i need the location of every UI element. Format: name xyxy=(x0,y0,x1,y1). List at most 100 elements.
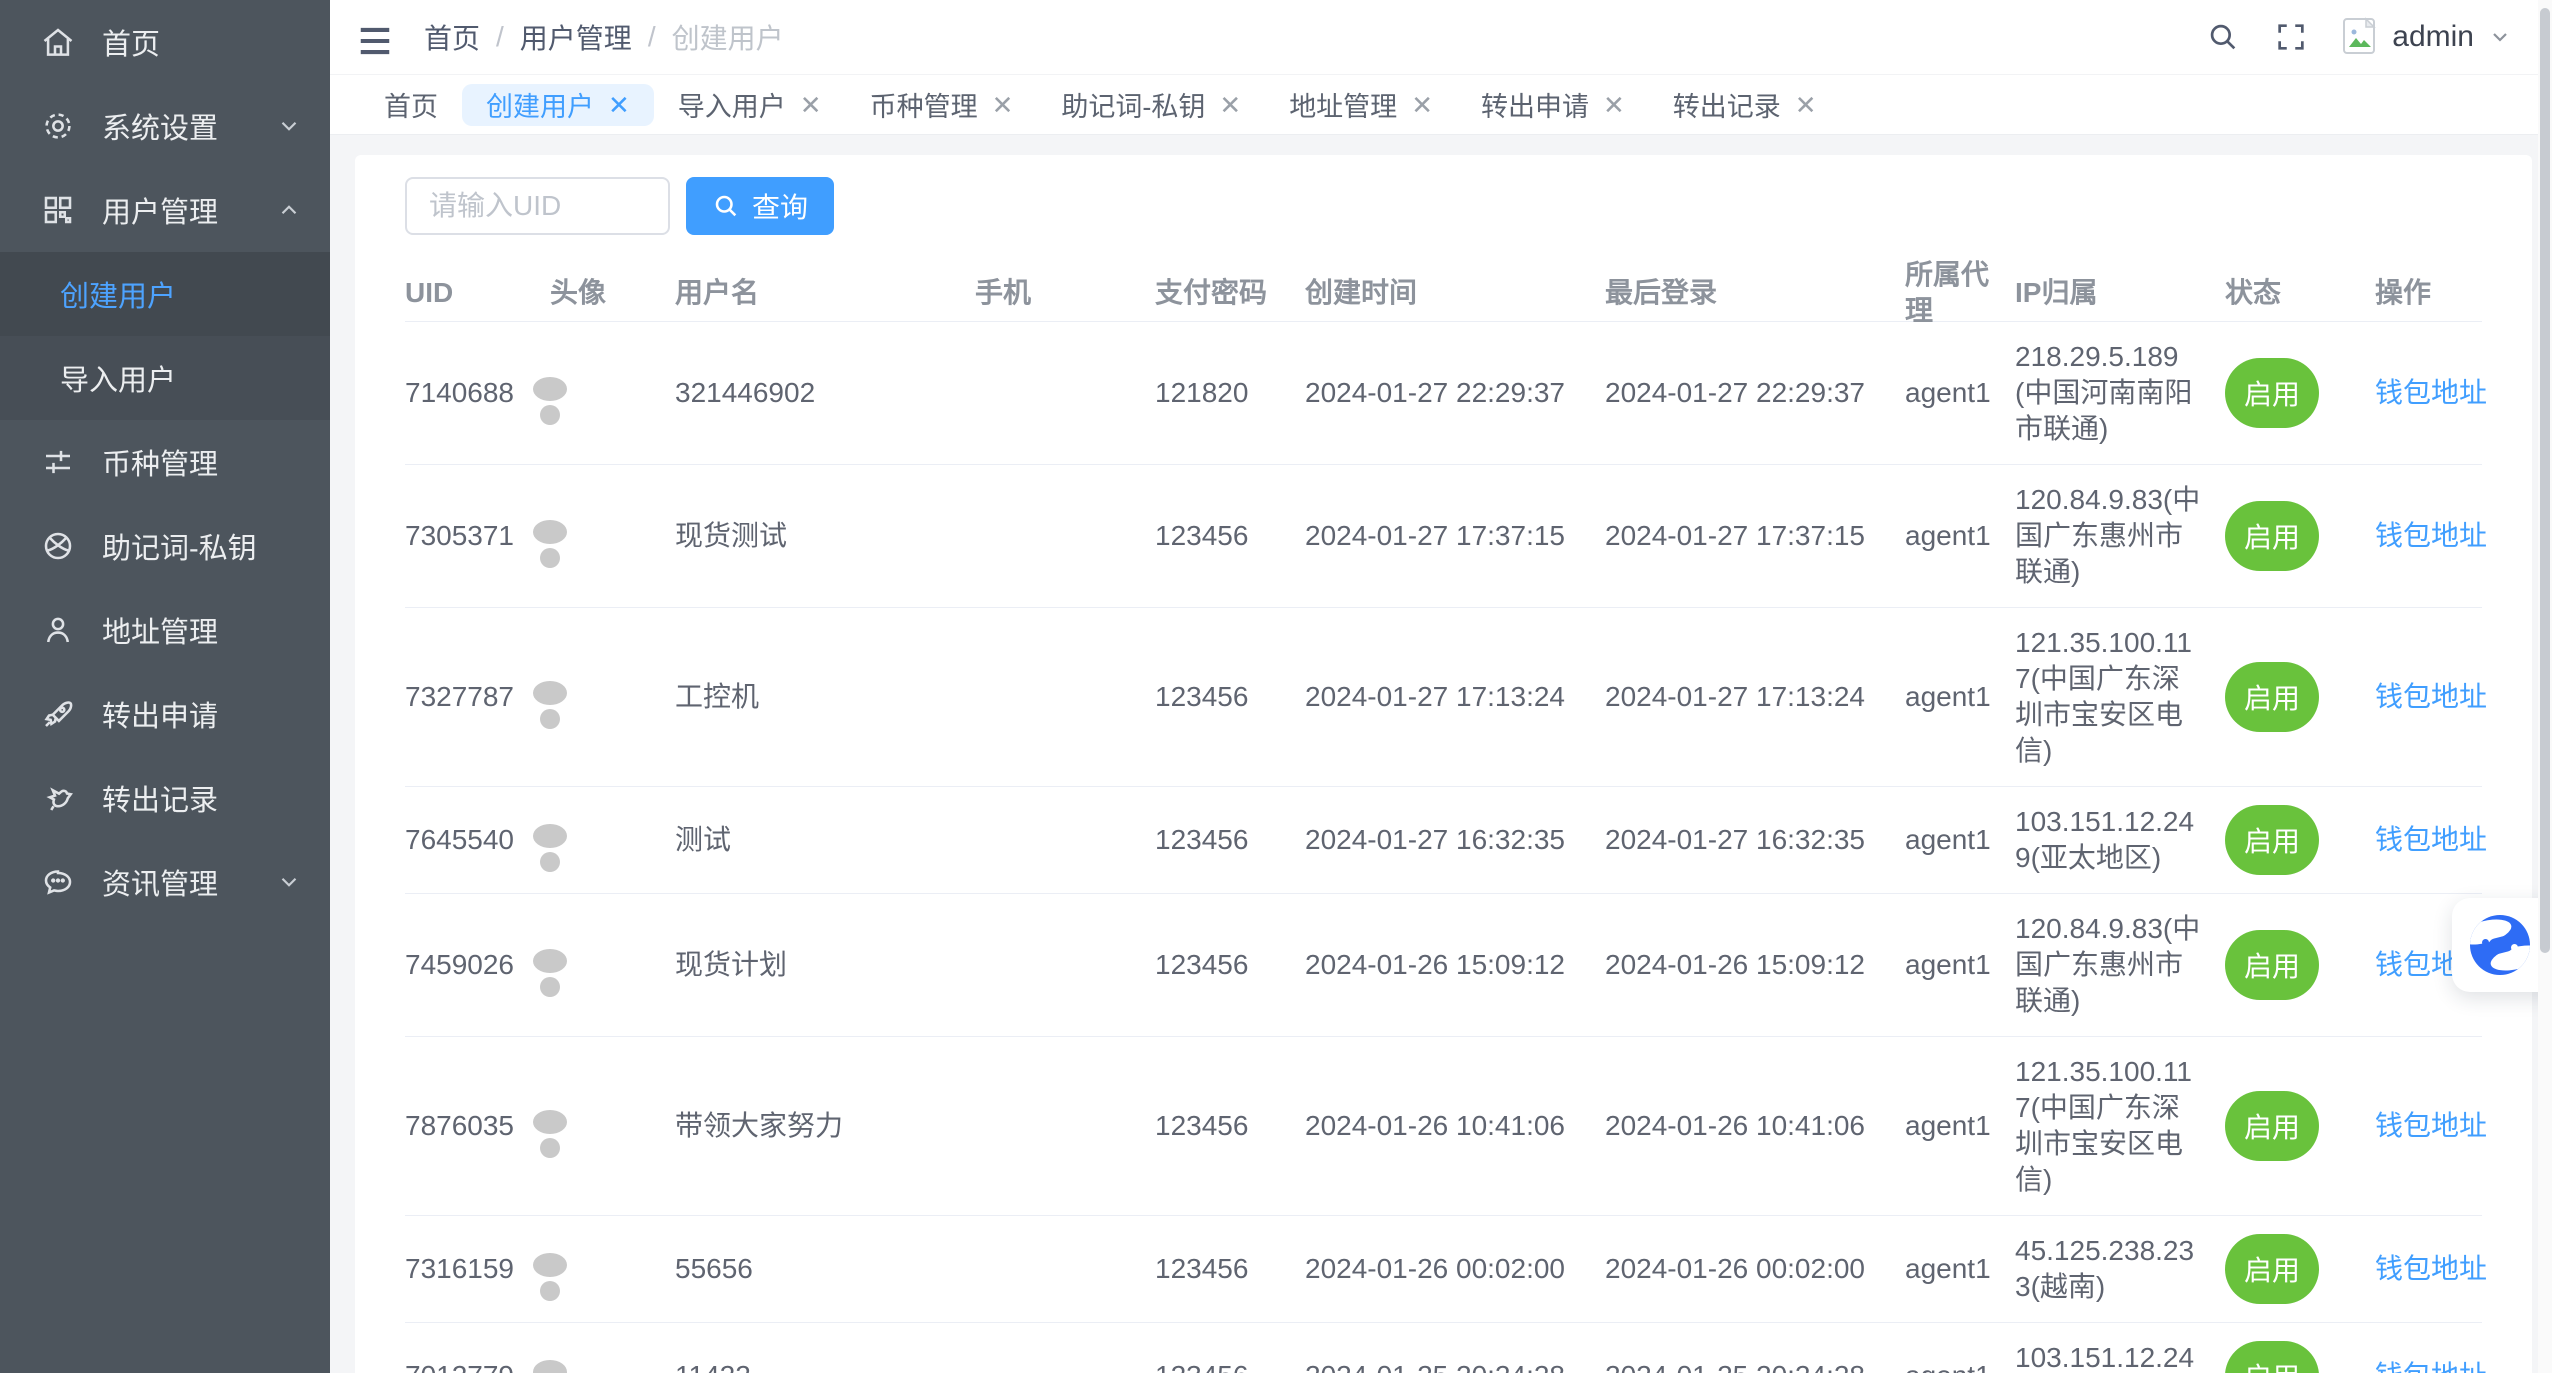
tab-transfer-request[interactable]: 转出申请 ✕ xyxy=(1457,84,1649,126)
ip-value: 218.29.5.189(中国河南南阳市联通) xyxy=(2015,339,2225,447)
gear-icon xyxy=(40,108,76,144)
agent-value: agent1 xyxy=(1905,518,2015,554)
created-value: 2024-01-26 10:41:06 xyxy=(1305,1108,1605,1144)
status-cell: 启用 xyxy=(2225,1341,2375,1373)
close-icon[interactable]: ✕ xyxy=(608,92,630,118)
vertical-scrollbar[interactable] xyxy=(2538,0,2552,1373)
tab-label: 首页 xyxy=(384,85,438,124)
username-value: 工控机 xyxy=(675,679,975,715)
sidebar-item-address-management[interactable]: 地址管理 xyxy=(0,588,330,672)
sidebar-item-label: 系统设置 xyxy=(102,105,276,147)
table-header-row: UID 头像 用户名 手机 支付密码 创建时间 最后登录 所属代理 IP归属 状… xyxy=(405,257,2482,321)
wallet-address-link[interactable]: 钱包地址 xyxy=(2375,1360,2487,1373)
table-row: 7140688 321446902 121820 2024-01-27 22:2… xyxy=(405,321,2482,464)
close-icon[interactable]: ✕ xyxy=(1411,92,1433,118)
actions-cell: 钱包地址 xyxy=(2375,1108,2482,1144)
sidebar-item-label: 导入用户 xyxy=(60,357,176,399)
uid-value: 7876035 xyxy=(405,1108,550,1144)
tab-import-user[interactable]: 导入用户 ✕ xyxy=(654,84,846,126)
sidebar-item-home[interactable]: 首页 xyxy=(0,0,330,84)
ip-value: 45.125.238.233(越南) xyxy=(2015,1233,2225,1305)
last-login-value: 2024-01-27 16:32:35 xyxy=(1605,822,1905,858)
column-header-avatar: 头像 xyxy=(550,275,675,311)
sidebar-item-label: 资讯管理 xyxy=(102,861,276,903)
agent-value: agent1 xyxy=(1905,679,2015,715)
tab-address-management[interactable]: 地址管理 ✕ xyxy=(1265,84,1457,126)
breadcrumb-section[interactable]: 用户管理 xyxy=(520,17,632,57)
close-icon[interactable]: ✕ xyxy=(800,92,822,118)
last-login-value: 2024-01-26 10:41:06 xyxy=(1605,1108,1905,1144)
query-button[interactable]: 查询 xyxy=(686,177,834,235)
wallet-address-link[interactable]: 钱包地址 xyxy=(2375,1253,2487,1284)
sidebar-item-label: 币种管理 xyxy=(102,441,302,483)
created-value: 2024-01-26 00:02:00 xyxy=(1305,1251,1605,1287)
sidebar-item-user-management[interactable]: 用户管理 xyxy=(0,168,330,252)
status-enabled-button[interactable]: 启用 xyxy=(2225,1341,2319,1373)
status-enabled-button[interactable]: 启用 xyxy=(2225,501,2319,571)
sidebar-item-import-user[interactable]: 导入用户 xyxy=(0,336,330,420)
created-value: 2024-01-27 17:37:15 xyxy=(1305,518,1605,554)
status-enabled-button[interactable]: 启用 xyxy=(2225,805,2319,875)
status-cell: 启用 xyxy=(2225,1091,2375,1161)
uid-search-input[interactable] xyxy=(405,177,670,235)
uid-value: 7305371 xyxy=(405,518,550,554)
rocket-icon xyxy=(40,696,76,732)
sidebar-item-system-settings[interactable]: 系统设置 xyxy=(0,84,330,168)
ip-value: 120.84.9.83(中国广东惠州市联通) xyxy=(2015,911,2225,1019)
wallet-address-link[interactable]: 钱包地址 xyxy=(2375,824,2487,855)
wallet-address-link[interactable]: 钱包地址 xyxy=(2375,377,2487,408)
column-header-actions: 操作 xyxy=(2375,275,2482,311)
close-icon[interactable]: ✕ xyxy=(1795,92,1817,118)
search-icon[interactable] xyxy=(2206,20,2240,54)
agent-value: agent1 xyxy=(1905,1108,2015,1144)
last-login-value: 2024-01-26 15:09:12 xyxy=(1605,947,1905,983)
pay-password-value: 123456 xyxy=(1155,822,1305,858)
uid-value: 7645540 xyxy=(405,822,550,858)
tab-transfer-records[interactable]: 转出记录 ✕ xyxy=(1649,84,1841,126)
collapse-sidebar-icon[interactable] xyxy=(356,22,394,52)
username-value: 11422 xyxy=(675,1358,975,1373)
actions-cell: 钱包地址 xyxy=(2375,1251,2482,1287)
sidebar-submenu-user-management: 创建用户 导入用户 xyxy=(0,252,330,420)
floating-helper-widget[interactable] xyxy=(2452,898,2552,992)
tab-home[interactable]: 首页 xyxy=(360,84,462,126)
breadcrumb-home[interactable]: 首页 xyxy=(424,17,480,57)
sidebar-item-transfer-records[interactable]: 转出记录 xyxy=(0,756,330,840)
sidebar-item-mnemonic-private-key[interactable]: 助记词-私钥 xyxy=(0,504,330,588)
sidebar-item-label: 转出记录 xyxy=(102,777,302,819)
uid-value: 7012779 xyxy=(405,1358,550,1373)
tab-currency-management[interactable]: 币种管理 ✕ xyxy=(846,84,1038,126)
sidebar-item-news-management[interactable]: 资讯管理 xyxy=(0,840,330,924)
column-header-last-login: 最后登录 xyxy=(1605,275,1905,311)
fullscreen-icon[interactable] xyxy=(2274,20,2308,54)
scrollbar-thumb[interactable] xyxy=(2540,8,2550,953)
person-icon xyxy=(40,612,76,648)
sidebar-item-create-user[interactable]: 创建用户 xyxy=(0,252,330,336)
wallet-address-link[interactable]: 钱包地址 xyxy=(2375,520,2487,551)
breadcrumb-separator: / xyxy=(648,21,656,53)
status-enabled-button[interactable]: 启用 xyxy=(2225,358,2319,428)
close-icon[interactable]: ✕ xyxy=(1603,92,1625,118)
close-icon[interactable]: ✕ xyxy=(992,92,1014,118)
actions-cell: 钱包地址 xyxy=(2375,822,2482,858)
wallet-address-link[interactable]: 钱包地址 xyxy=(2375,681,2487,712)
uid-value: 7459026 xyxy=(405,947,550,983)
tab-mnemonic-private-key[interactable]: 助记词-私钥 ✕ xyxy=(1037,84,1265,126)
sidebar-item-transfer-request[interactable]: 转出申请 xyxy=(0,672,330,756)
sidebar-item-currency-management[interactable]: 币种管理 xyxy=(0,420,330,504)
pay-password-value: 123456 xyxy=(1155,679,1305,715)
close-icon[interactable]: ✕ xyxy=(1219,92,1241,118)
user-menu[interactable]: admin xyxy=(2342,16,2512,58)
bird-icon xyxy=(40,780,76,816)
wallet-address-link[interactable]: 钱包地址 xyxy=(2375,1110,2487,1141)
status-enabled-button[interactable]: 启用 xyxy=(2225,662,2319,732)
last-login-value: 2024-01-27 22:29:37 xyxy=(1605,375,1905,411)
status-enabled-button[interactable]: 启用 xyxy=(2225,1234,2319,1304)
tab-create-user[interactable]: 创建用户 ✕ xyxy=(462,84,654,126)
status-enabled-button[interactable]: 启用 xyxy=(2225,930,2319,1000)
last-login-value: 2024-01-25 20:24:28 xyxy=(1605,1358,1905,1373)
ip-value: 121.35.100.117(中国广东深圳市宝安区电信) xyxy=(2015,1054,2225,1198)
column-header-pay-password: 支付密码 xyxy=(1155,275,1305,311)
status-enabled-button[interactable]: 启用 xyxy=(2225,1091,2319,1161)
query-button-label: 查询 xyxy=(752,186,808,226)
